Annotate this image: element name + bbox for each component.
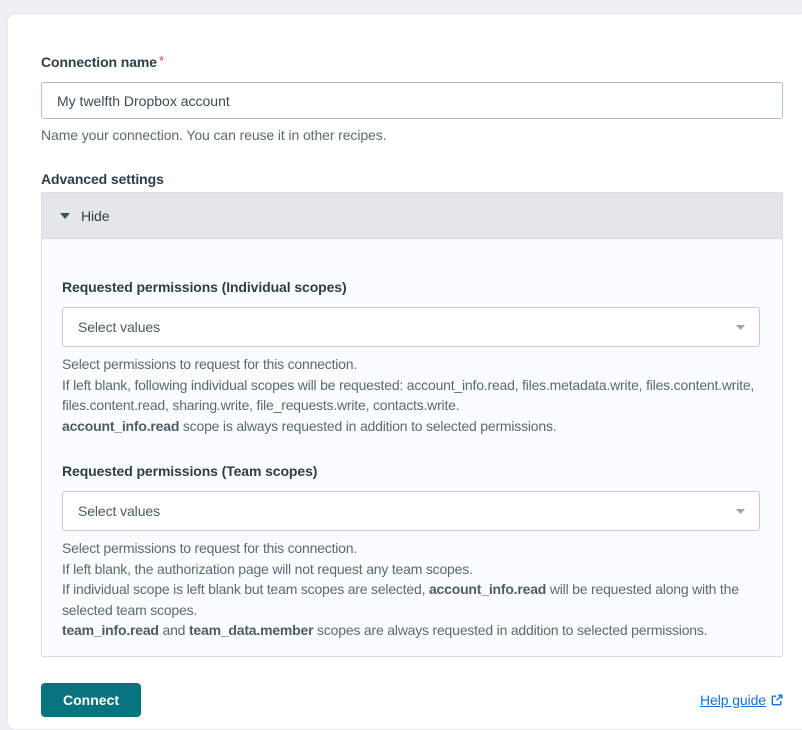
- required-asterisk: *: [159, 53, 164, 68]
- connection-name-hint: Name your connection. You can reuse it i…: [41, 125, 787, 145]
- connection-name-label-text: Connection name: [41, 54, 157, 70]
- individual-scopes-select[interactable]: Select values: [62, 307, 760, 347]
- team-scopes-select[interactable]: Select values: [62, 491, 760, 531]
- connection-name-input[interactable]: [41, 82, 783, 119]
- caret-down-icon: [60, 213, 70, 219]
- caret-down-icon: [736, 509, 745, 514]
- team-scopes-help: Select permissions to request for this c…: [62, 538, 760, 641]
- advanced-settings-heading: Advanced settings: [41, 171, 787, 188]
- advanced-settings-body: Requested permissions (Individual scopes…: [42, 239, 782, 656]
- team-scopes-label: Requested permissions (Team scopes): [62, 463, 760, 480]
- help-line: Select permissions to request for this c…: [62, 538, 760, 559]
- help-guide-label: Help guide: [700, 692, 766, 708]
- individual-scopes-label: Requested permissions (Individual scopes…: [62, 279, 760, 296]
- connect-button[interactable]: Connect: [41, 683, 141, 717]
- form-footer: Connect Help guide: [41, 683, 783, 717]
- individual-scopes-placeholder: Select values: [78, 319, 160, 335]
- help-line: account_info.read scope is always reques…: [62, 416, 760, 437]
- toggle-label: Hide: [81, 208, 109, 224]
- help-line: team_info.read and team_data.member scop…: [62, 620, 760, 641]
- connection-name-label: Connection name*: [41, 54, 787, 72]
- help-guide-link[interactable]: Help guide: [700, 692, 783, 708]
- team-scopes-placeholder: Select values: [78, 503, 160, 519]
- caret-down-icon: [736, 325, 745, 330]
- help-line: Select permissions to request for this c…: [62, 354, 760, 375]
- help-line: If left blank, following individual scop…: [62, 375, 760, 416]
- connection-form-card: Connection name* Name your connection. Y…: [7, 13, 802, 730]
- advanced-settings-toggle[interactable]: Hide: [42, 193, 782, 239]
- external-link-icon: [771, 694, 783, 706]
- individual-scopes-help: Select permissions to request for this c…: [62, 354, 760, 436]
- help-line: If individual scope is left blank but te…: [62, 579, 760, 620]
- help-line: If left blank, the authorization page wi…: [62, 559, 760, 580]
- advanced-settings-panel: Hide Requested permissions (Individual s…: [41, 192, 783, 657]
